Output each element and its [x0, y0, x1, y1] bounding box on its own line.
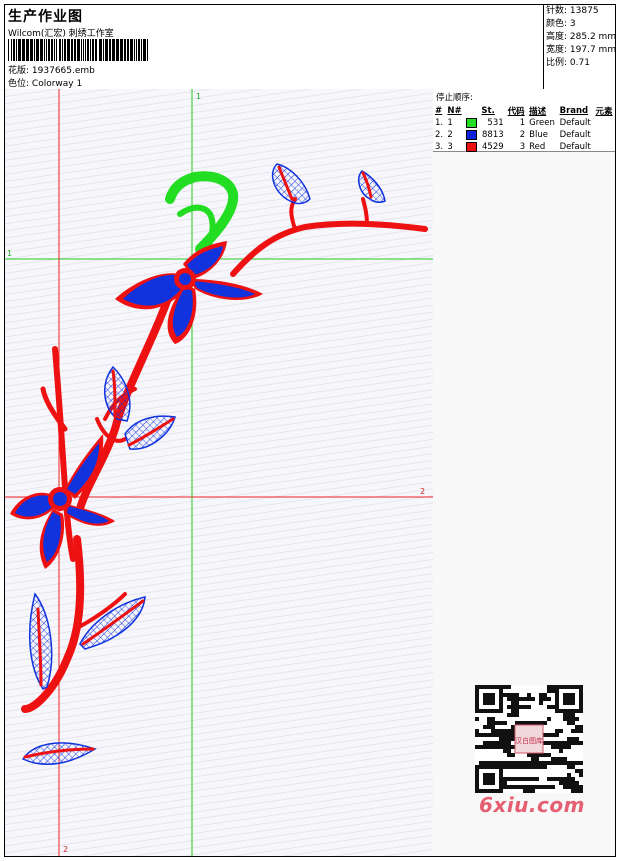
company-name: Wilcom(汇宏) 刺绣工作室	[8, 29, 114, 39]
sheet-header: 生产作业图 Wilcom(汇宏) 刺绣工作室 花版: 1937665.emb 色…	[5, 5, 616, 90]
row-code: 2	[519, 130, 526, 140]
design-label: 花版:	[8, 66, 30, 76]
stat-scale: 比例: 0.71	[546, 58, 590, 68]
row-swatch	[464, 117, 479, 129]
guide-label-h1: 1	[7, 249, 13, 258]
col-st: St.	[481, 106, 495, 116]
colorway-label: 色位:	[8, 79, 30, 89]
design-stats: 针数: 13875 颜色: 3 高度: 285.2 mm 宽度: 197.7 m…	[543, 5, 616, 89]
row-index: 2.	[435, 130, 444, 140]
stat-width: 宽度: 197.7 mm	[546, 45, 617, 55]
table-row[interactable]: 3. 3 4529 3 Red Default	[433, 141, 615, 153]
row-desc: Blue	[529, 130, 548, 140]
row-swatch	[464, 129, 479, 141]
guide-label-v1: 1	[196, 92, 202, 101]
row-swatch	[464, 141, 479, 153]
color-swatch	[466, 129, 478, 140]
red-stems	[21, 197, 428, 713]
row-desc: Red	[529, 142, 546, 152]
qr-center-label: 汉白图库	[515, 736, 543, 745]
col-code: 代码	[507, 107, 525, 117]
table-header: # N# St. 代码 描述 Brand 元素	[433, 105, 615, 117]
colorway-line: 色位: Colorway 1	[8, 76, 82, 89]
row-element	[593, 141, 615, 153]
sheet-title: 生产作业图	[8, 9, 83, 25]
row-n: 3	[447, 142, 453, 152]
production-sheet: 生产作业图 Wilcom(汇宏) 刺绣工作室 花版: 1937665.emb 色…	[4, 4, 616, 857]
design-line: 花版: 1937665.emb	[8, 63, 95, 76]
color-swatch	[466, 117, 478, 128]
table-row[interactable]: 2. 2 8813 2 Blue Default	[433, 129, 615, 141]
design-file: 1937665.emb	[31, 66, 95, 76]
row-st: 4529	[482, 142, 504, 152]
colorway-name: Colorway 1	[31, 79, 83, 89]
row-element	[593, 129, 615, 141]
design-preview[interactable]: 1 1 2 2	[5, 89, 434, 856]
row-st: 8813	[482, 130, 504, 140]
color-swatch	[466, 141, 478, 152]
col-n: N#	[447, 106, 462, 116]
row-n: 2	[447, 130, 453, 140]
embroidery-design	[5, 89, 433, 856]
barcode	[8, 39, 148, 61]
row-code: 3	[519, 142, 526, 152]
row-st: 531	[487, 118, 504, 128]
table-row[interactable]: 1. 1 531 1 Green Default	[433, 117, 615, 129]
guide-label-h2: 2	[420, 487, 426, 496]
col-hash: #	[435, 106, 443, 116]
stop-sequence-title: 停止顺序:	[436, 93, 473, 103]
row-brand: Default	[559, 118, 591, 128]
upper-flower	[115, 241, 263, 344]
row-desc: Green	[529, 118, 555, 128]
col-desc: 描述	[529, 107, 547, 117]
row-index: 1.	[435, 118, 444, 128]
col-swatch	[464, 105, 479, 117]
row-brand: Default	[559, 130, 591, 140]
stat-stitches: 针数: 13875	[546, 6, 599, 16]
row-element	[593, 117, 615, 129]
guide-label-v2: 2	[63, 845, 69, 854]
row-brand: Default	[559, 142, 591, 152]
stat-colors: 颜色: 3	[546, 19, 576, 29]
row-code: 1	[519, 118, 526, 128]
watermark-logo: 6xiu.com	[479, 793, 585, 817]
stat-height: 高度: 285.2 mm	[546, 32, 617, 42]
row-n: 1	[447, 118, 453, 128]
qr-code: 汉白图库	[475, 685, 583, 793]
col-element: 元素	[595, 107, 613, 117]
col-brand: Brand	[559, 106, 589, 116]
stop-sequence-table: # N# St. 代码 描述 Brand 元素 1. 1 531 1 Green Defa…	[433, 105, 615, 153]
row-index: 3.	[435, 142, 444, 152]
stop-sequence-header: 停止顺序: # N# St. 代码 描述 Brand 元素 1. 1 531 1 Gre…	[433, 89, 615, 152]
